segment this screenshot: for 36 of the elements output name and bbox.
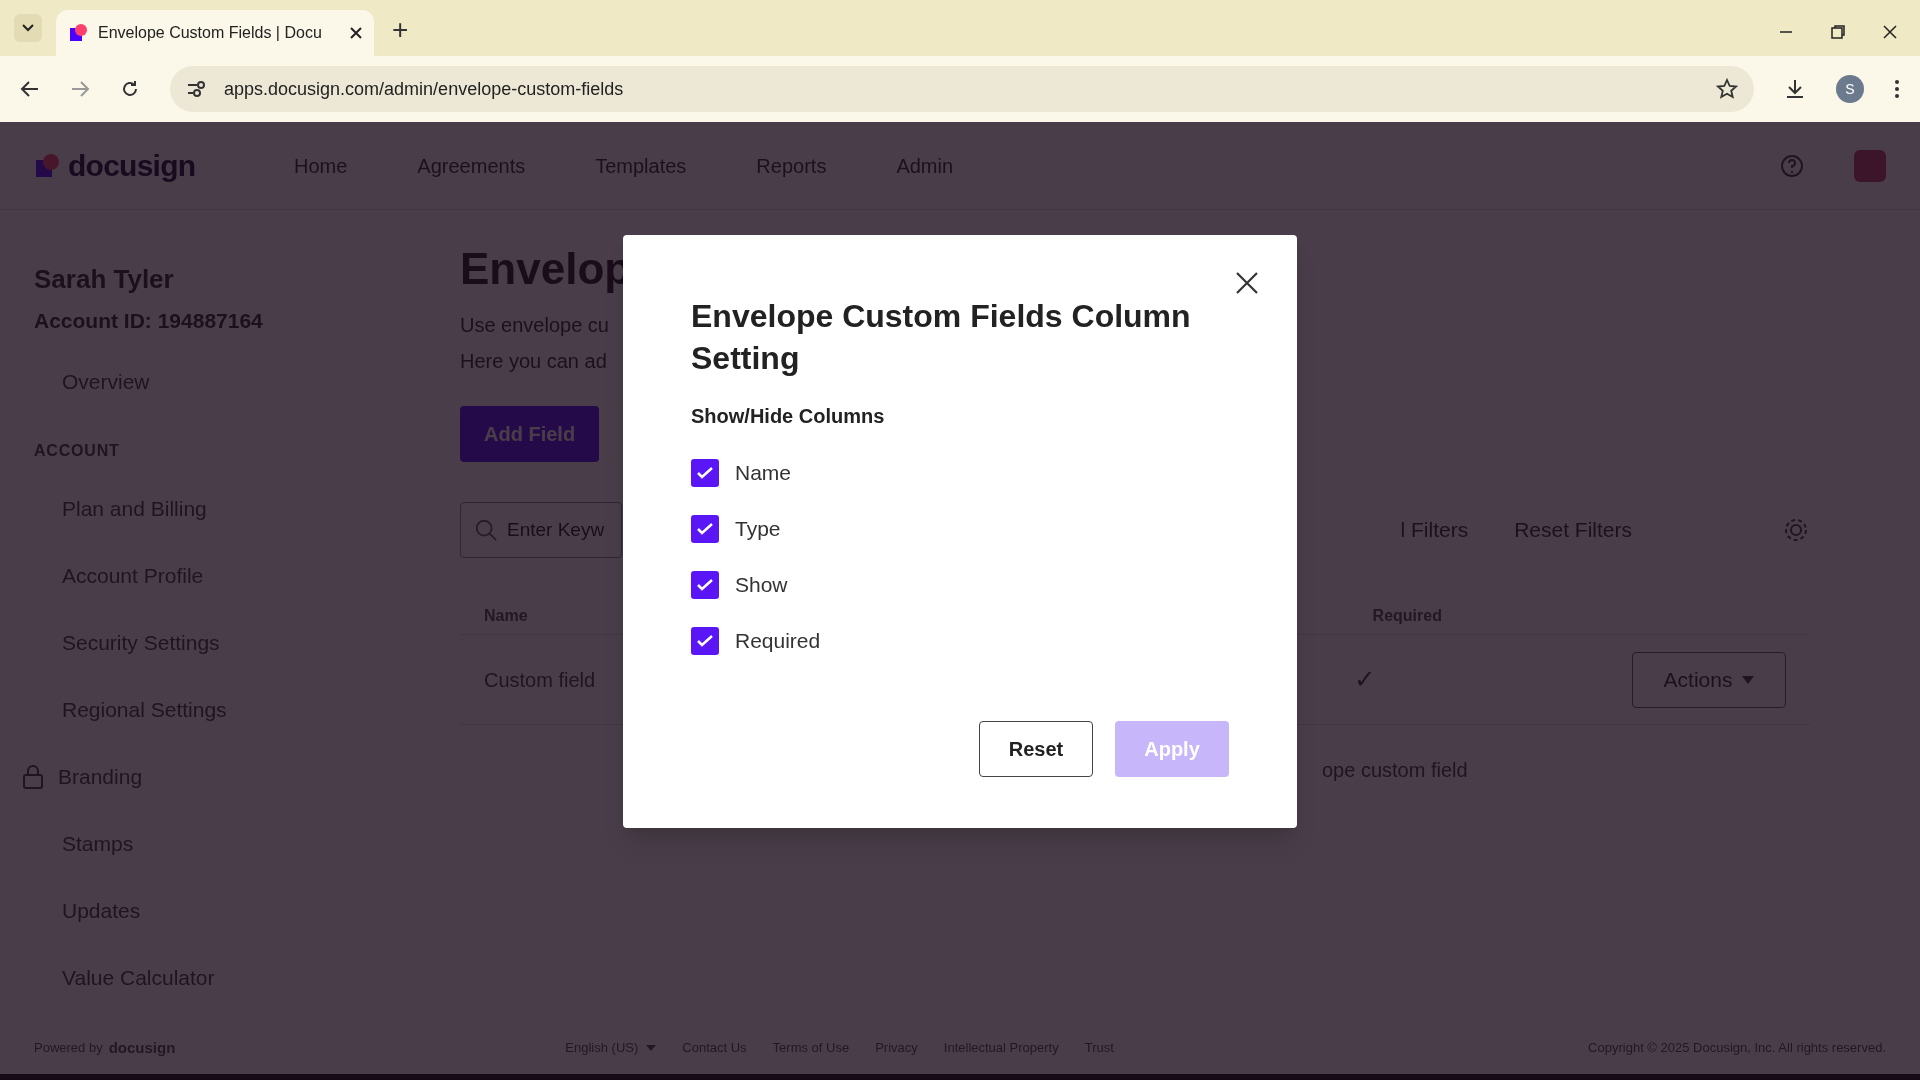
app-logo-icon (68, 23, 88, 43)
download-icon[interactable] (1784, 78, 1806, 100)
checkbox-label: Required (735, 628, 821, 655)
back-arrow-icon[interactable] (20, 79, 40, 99)
check-icon (697, 635, 713, 647)
tab-title: Envelope Custom Fields | Docu (98, 23, 322, 43)
check-icon (697, 467, 713, 479)
bookmark-star-icon[interactable] (1716, 78, 1738, 100)
chevron-down-icon (22, 24, 34, 32)
reload-icon[interactable] (120, 79, 140, 99)
modal-title: Envelope Custom Fields Column Setting (691, 297, 1191, 378)
reset-button[interactable]: Reset (979, 721, 1093, 777)
forward-arrow-icon[interactable] (70, 79, 90, 99)
required-checkmark: ✓ (1354, 663, 1376, 696)
checkbox-label: Name (735, 460, 792, 487)
menu-icon[interactable] (1894, 78, 1900, 100)
checkbox-label: Show (735, 572, 788, 599)
tab-list-button[interactable] (14, 14, 42, 42)
close-icon[interactable] (1882, 24, 1898, 40)
checkbox-label: Type (735, 516, 781, 543)
url-text: apps.docusign.com/admin/envelope-custom-fields (224, 77, 624, 101)
checkbox[interactable] (691, 571, 719, 599)
new-tab-button[interactable]: + (392, 16, 409, 44)
checkbox[interactable] (691, 515, 719, 543)
profile-avatar[interactable]: S (1836, 75, 1864, 103)
section-label: Show/Hide Columns (691, 404, 886, 429)
close-icon[interactable] (350, 27, 362, 39)
restore-icon[interactable] (1830, 24, 1846, 40)
close-icon[interactable] (1235, 271, 1259, 295)
check-icon (697, 579, 713, 591)
check-icon (697, 523, 713, 535)
checkbox[interactable] (691, 627, 719, 655)
browser-tab[interactable]: Envelope Custom Fields | Docu (56, 10, 374, 56)
site-settings-icon[interactable] (186, 80, 206, 98)
checkbox[interactable] (691, 459, 719, 487)
address-bar[interactable]: apps.docusign.com/admin/envelope-custom-fields (170, 66, 1754, 112)
